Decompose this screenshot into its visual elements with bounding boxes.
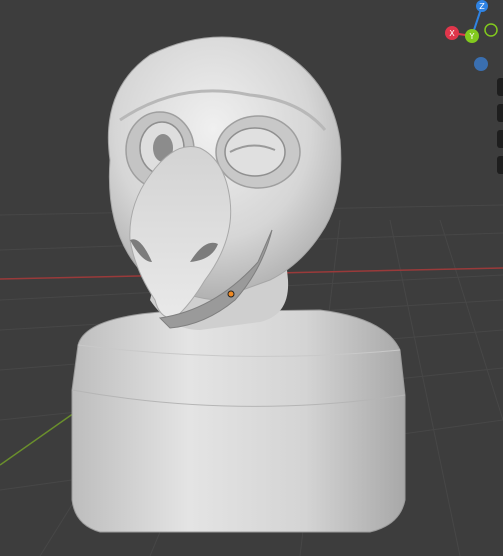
object-origin[interactable]: [227, 290, 235, 298]
right-eye: [215, 115, 301, 189]
grid-icon[interactable]: [497, 156, 503, 174]
x-axis-label: X: [449, 29, 455, 38]
navigation-gizmo[interactable]: Z X Y: [436, 0, 503, 80]
y-axis-label: Y: [469, 32, 475, 41]
bust-base[interactable]: [71, 309, 406, 533]
hand-pan-icon[interactable]: [497, 78, 503, 96]
zoom-icon[interactable]: [497, 104, 503, 122]
3d-viewport[interactable]: Z X Y: [0, 0, 503, 556]
viewport-side-toolbar: [497, 78, 503, 188]
viewport-canvas[interactable]: [0, 0, 503, 556]
perspective-toggle-icon[interactable]: [474, 57, 488, 71]
camera-icon[interactable]: [497, 130, 503, 148]
z-axis-label: Z: [479, 2, 485, 11]
y-negative-icon[interactable]: [484, 23, 498, 37]
